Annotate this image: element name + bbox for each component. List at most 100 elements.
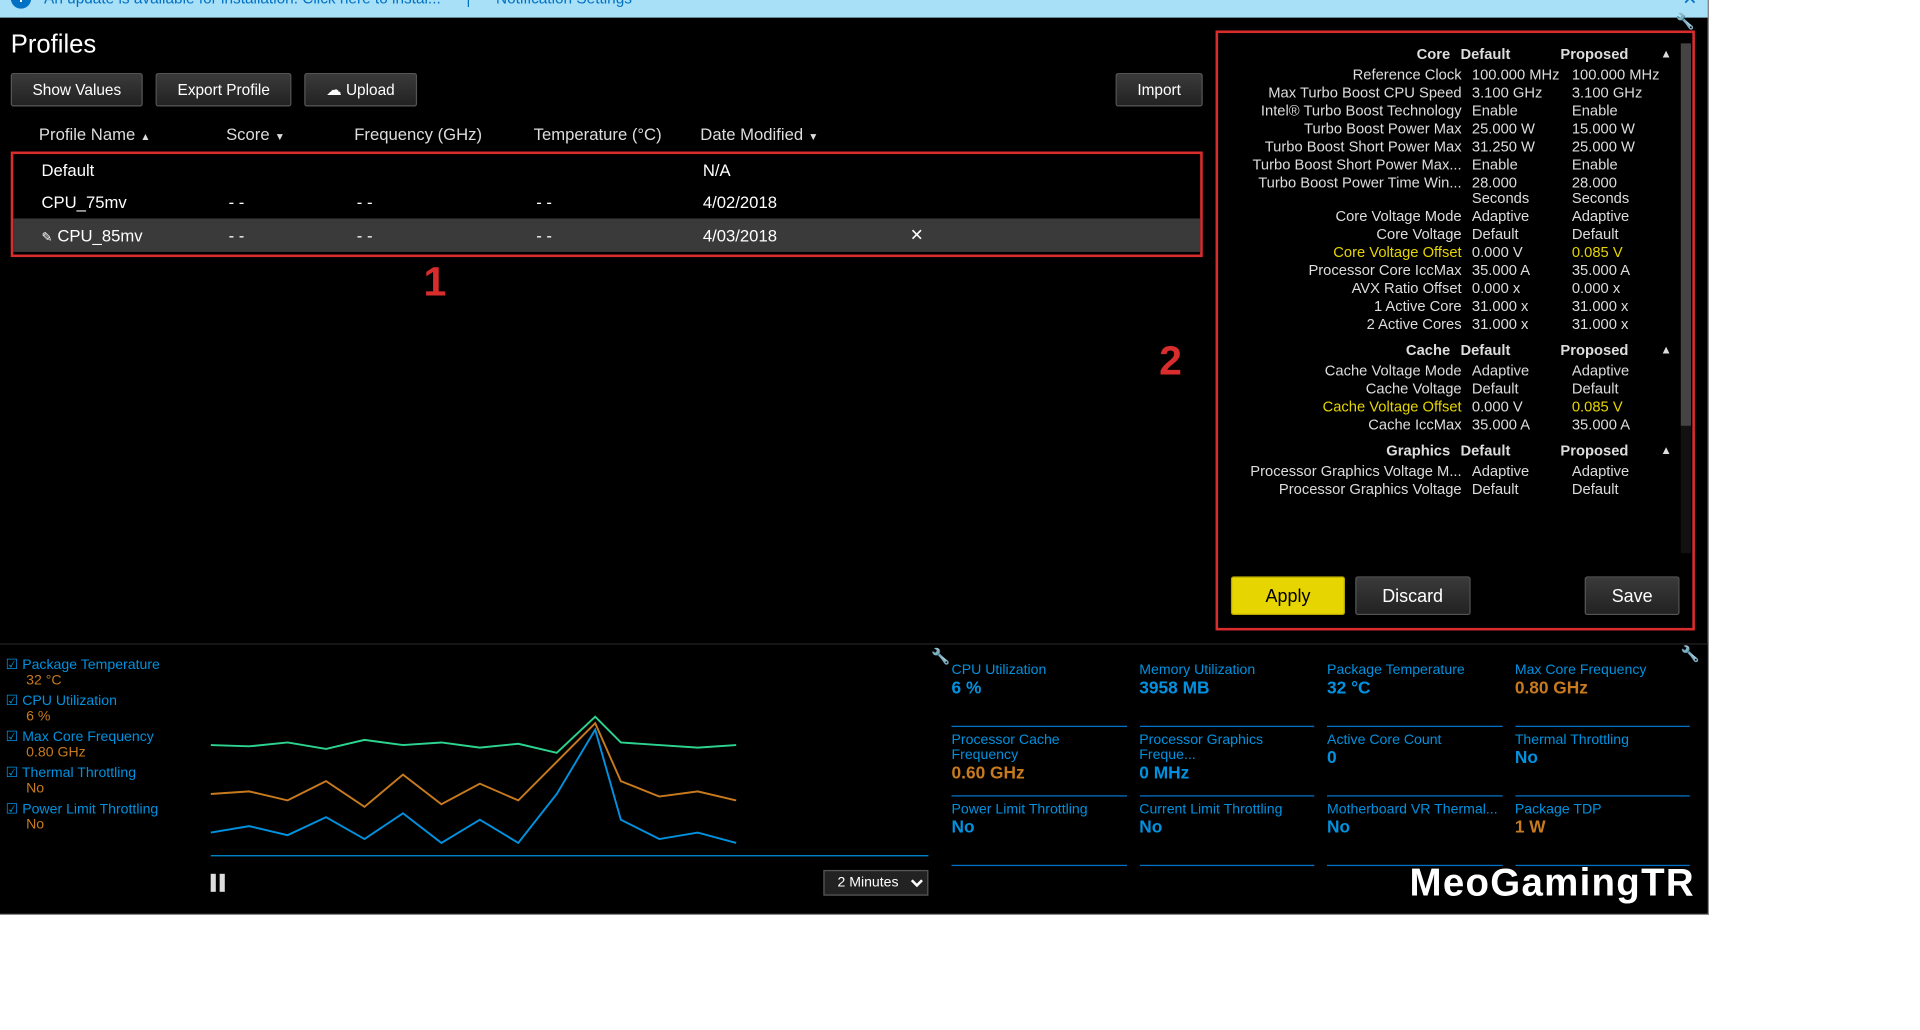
section-header[interactable]: GraphicsDefaultProposed▲ — [1223, 440, 1672, 463]
setting-default: Default — [1472, 227, 1572, 242]
metric-tile[interactable]: Memory Utilization3958 MB — [1139, 663, 1314, 727]
chart-legend: ☑ Package Temperature32 °C ☑ CPU Utilizat… — [6, 652, 198, 906]
checkbox-icon[interactable]: ☑ — [6, 658, 19, 673]
table-row[interactable]: CPU_75mv- -- -- -4/02/2018 — [13, 186, 1200, 218]
details-row: Turbo Boost Short Power Max...EnableEnab… — [1223, 157, 1672, 175]
main-area: i An update is available for installatio… — [0, 0, 1708, 914]
details-row: Cache Voltage Offset0.000 V0.085 V — [1223, 399, 1672, 417]
setting-proposed: 3.100 GHz — [1572, 86, 1672, 101]
setting-name: Cache IccMax — [1223, 418, 1472, 433]
metric-label: Processor Cache Frequency — [952, 732, 1127, 763]
metric-tile[interactable]: CPU Utilization6 % — [952, 663, 1127, 727]
setting-proposed: Default — [1572, 227, 1672, 242]
metric-value: No — [1327, 817, 1502, 836]
panel-settings-icon[interactable]: 🔧 — [1676, 12, 1695, 30]
section-header[interactable]: CacheDefaultProposed▲ — [1223, 339, 1672, 362]
setting-name: Core Voltage Offset — [1223, 246, 1472, 261]
metric-tile[interactable]: Power Limit ThrottlingNo — [952, 802, 1127, 866]
page-title: Profiles — [11, 30, 1203, 60]
upload-button[interactable]: ☁ Upload — [304, 73, 416, 106]
header-profile-name[interactable]: Profile Name▲ — [11, 124, 216, 143]
metric-tile[interactable]: Package Temperature32 °C — [1327, 663, 1502, 727]
info-icon: i — [11, 0, 32, 9]
setting-default: 35.000 A — [1472, 264, 1572, 279]
update-link[interactable]: An update is available for installation.… — [44, 0, 441, 7]
metric-tile[interactable]: Package TDP1 W — [1515, 802, 1690, 866]
metric-label: Package TDP — [1515, 802, 1690, 817]
metrics-settings-icon[interactable]: 🔧 — [1681, 645, 1700, 663]
profile-name: Default — [41, 161, 94, 180]
setting-proposed: 0.085 V — [1572, 400, 1672, 415]
metric-tile[interactable]: Thermal ThrottlingNo — [1515, 732, 1690, 796]
discard-button[interactable]: Discard — [1355, 576, 1470, 615]
notification-settings-link[interactable]: Notification Settings — [496, 0, 632, 7]
apply-button[interactable]: Apply — [1231, 576, 1345, 615]
import-button[interactable]: Import — [1116, 73, 1203, 106]
legend-item[interactable]: ☑ Max Core Frequency0.80 GHz — [6, 728, 198, 760]
setting-default: 31.000 x — [1472, 300, 1572, 315]
metric-value: 3958 MB — [1139, 678, 1314, 697]
setting-proposed: Enable — [1572, 104, 1672, 119]
legend-item[interactable]: ☑ Package Temperature32 °C — [6, 656, 198, 688]
section-header[interactable]: CoreDefaultProposed▲ — [1223, 43, 1672, 66]
metric-tile[interactable]: Max Core Frequency0.80 GHz — [1515, 663, 1690, 727]
details-scroll[interactable]: CoreDefaultProposed▲Reference Clock100.0… — [1218, 33, 1692, 563]
legend-value: 32 °C — [26, 673, 198, 688]
setting-default: 0.000 x — [1472, 282, 1572, 297]
delete-icon[interactable]: ✕ — [910, 225, 924, 244]
setting-default: Adaptive — [1472, 364, 1572, 379]
setting-name: Cache Voltage Offset — [1223, 400, 1472, 415]
setting-default: 25.000 W — [1472, 122, 1572, 137]
checkbox-icon[interactable]: ☑ — [6, 694, 19, 709]
watermark: MeoGamingTR — [1410, 862, 1695, 906]
metric-tile[interactable]: Processor Cache Frequency0.60 GHz — [952, 732, 1127, 796]
cell-temperature: - - — [526, 226, 693, 245]
details-row: Turbo Boost Short Power Max31.250 W25.00… — [1223, 139, 1672, 157]
collapse-icon[interactable]: ▲ — [1660, 343, 1671, 358]
table-row[interactable]: DefaultN/A — [13, 154, 1200, 186]
checkbox-icon[interactable]: ☑ — [6, 802, 19, 817]
metric-tile[interactable]: Motherboard VR Thermal...No — [1327, 802, 1502, 866]
profile-name: CPU_85mv — [57, 226, 142, 245]
chart-controls: 2 Minutes — [211, 870, 929, 896]
header-score[interactable]: Score▼ — [216, 124, 344, 143]
app-window: — ▭ ✕ intel Intel® Extreme Tuning Utilit… — [0, 0, 1709, 915]
setting-proposed: Default — [1572, 482, 1672, 497]
details-row: Processor Graphics Voltage M...AdaptiveA… — [1223, 463, 1672, 481]
header-frequency[interactable]: Frequency (GHz) — [344, 124, 523, 143]
metric-tile[interactable]: Processor Graphics Freque...0 MHz — [1139, 732, 1314, 796]
legend-item[interactable]: ☑ Thermal ThrottlingNo — [6, 764, 198, 796]
setting-proposed: 0.085 V — [1572, 246, 1672, 261]
legend-item[interactable]: ☑ CPU Utilization6 % — [6, 692, 198, 724]
setting-default: Adaptive — [1472, 209, 1572, 224]
cell-temperature: - - — [526, 193, 693, 212]
header-temperature[interactable]: Temperature (°C) — [523, 124, 690, 143]
time-range-select[interactable]: 2 Minutes — [823, 870, 928, 896]
setting-name: Turbo Boost Power Time Win... — [1223, 176, 1472, 207]
banner-close-icon[interactable]: ✕ — [1682, 0, 1697, 9]
legend-item[interactable]: ☑ Power Limit ThrottlingNo — [6, 800, 198, 832]
setting-name: Cache Voltage Mode — [1223, 364, 1472, 379]
pause-button[interactable] — [211, 874, 225, 892]
table-row[interactable]: ✎CPU_85mv- -- -- -4/03/2018✕ — [13, 218, 1200, 251]
metric-tile[interactable]: Current Limit ThrottlingNo — [1139, 802, 1314, 866]
annotation-box-1: DefaultN/ACPU_75mv- -- -- -4/02/2018✎CPU… — [11, 152, 1203, 258]
save-button[interactable]: Save — [1585, 576, 1680, 615]
checkbox-icon[interactable]: ☑ — [6, 730, 19, 745]
header-date-modified[interactable]: Date Modified▼ — [690, 124, 895, 143]
cloud-icon: ☁ — [326, 81, 341, 99]
cell-frequency: - - — [347, 193, 526, 212]
show-values-button[interactable]: Show Values — [11, 73, 143, 106]
legend-label: Thermal Throttling — [22, 766, 136, 781]
scrollbar-thumb[interactable] — [1681, 43, 1691, 425]
collapse-icon[interactable]: ▲ — [1660, 47, 1671, 62]
collapse-icon[interactable]: ▲ — [1660, 444, 1671, 459]
scrollbar-vertical[interactable] — [1681, 43, 1691, 553]
setting-name: Intel® Turbo Boost Technology — [1223, 104, 1472, 119]
chart-area: 2 Minutes — [211, 652, 929, 906]
metric-tile[interactable]: Active Core Count0 — [1327, 732, 1502, 796]
export-profile-button[interactable]: Export Profile — [156, 73, 292, 106]
details-row: Max Turbo Boost CPU Speed3.100 GHz3.100 … — [1223, 85, 1672, 103]
checkbox-icon[interactable]: ☑ — [6, 766, 19, 781]
table-header: Profile Name▲ Score▼ Frequency (GHz) Tem… — [11, 117, 1203, 152]
